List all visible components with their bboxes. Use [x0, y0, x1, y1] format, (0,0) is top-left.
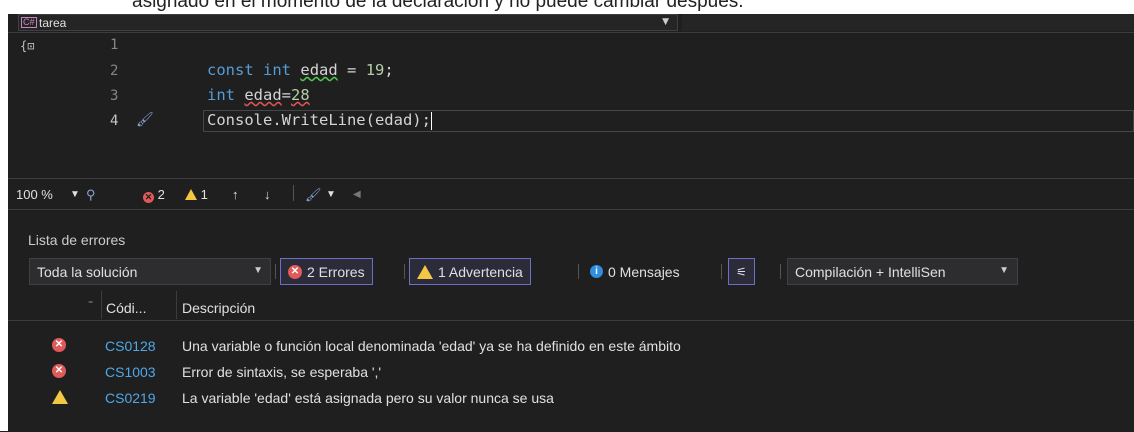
table-row[interactable]: ✕ CS1003 Error de sintaxis, se esperaba …	[8, 358, 1134, 384]
document-text-strip: asignado en el momento de la declaración…	[0, 0, 1134, 14]
errors-filter-button[interactable]: ✕ 2 Errores	[280, 258, 373, 285]
separator	[721, 264, 722, 279]
page-left-margin	[0, 0, 8, 431]
file-name: tarea	[39, 16, 67, 30]
error-icon: ✕	[52, 338, 66, 352]
filter-icon: ⚟	[736, 264, 747, 279]
chevron-down-icon[interactable]: ▼	[662, 17, 669, 27]
chevron-down-icon: ▼	[999, 265, 1009, 276]
error-list-panel: Lista de errores Toda la solución ▼ ✕ 2 …	[8, 209, 1134, 432]
error-icon: ✕	[143, 192, 154, 203]
file-selector-dropdown[interactable]: C# tarea ▼	[18, 14, 678, 31]
scope-dropdown[interactable]: Toda la solución ▼	[29, 258, 271, 285]
zoom-dropdown-icon[interactable]: ▼	[70, 189, 80, 200]
chevron-down-icon[interactable]: ▼	[326, 189, 336, 200]
separator	[275, 264, 276, 279]
warning-icon	[417, 264, 433, 279]
warning-count[interactable]: 1	[185, 187, 208, 202]
line-number: 2	[110, 63, 119, 79]
panel-title: Lista de errores	[28, 232, 126, 248]
line-number: 1	[110, 37, 119, 53]
warning-icon	[52, 390, 68, 404]
table-row[interactable]: CS0219 La variable 'edad' está asignada …	[8, 384, 1134, 410]
column-divider[interactable]	[176, 291, 177, 319]
table-row[interactable]: ✕ CS0128 Una variable o función local de…	[8, 332, 1134, 358]
zoom-level[interactable]: 100 %	[16, 187, 53, 202]
build-intellisense-dropdown[interactable]: Compilación + IntelliSen ▼	[787, 258, 1018, 285]
scroll-left-icon[interactable]: ◀	[353, 189, 361, 200]
namespace-braces-icon: {⁠⊡	[20, 39, 35, 53]
health-indicator-icon[interactable]: ⚲	[86, 187, 96, 203]
column-header-code[interactable]: Códi...	[106, 300, 146, 316]
messages-filter-button[interactable]: i 0 Mensajes	[582, 258, 688, 285]
column-options-icon[interactable]: ⁼	[88, 299, 93, 310]
document-partial-text: asignado en el momento de la declaración…	[132, 0, 744, 12]
error-description: Una variable o función local denominada …	[182, 338, 681, 354]
code-editor[interactable]: {⁠⊡ 1 2 3 4 🖌 const int edad = 19; int e…	[8, 33, 1134, 178]
warning-icon	[185, 189, 197, 200]
info-icon: i	[590, 265, 603, 278]
error-icon: ✕	[288, 264, 302, 279]
error-description: La variable 'edad' está asignada pero su…	[182, 390, 554, 406]
code-line-2: const int edad = 19;	[207, 61, 394, 79]
line-number: 3	[110, 88, 119, 104]
column-divider[interactable]	[101, 291, 102, 319]
error-icon: ✕	[52, 364, 66, 378]
editor-status-bar: 100 % ▼ ⚲ ✕ 2 1 ↑ ↓ 🖌 ▼ ◀	[8, 178, 1134, 209]
error-count[interactable]: ✕ 2	[143, 187, 165, 203]
code-cleanup-brush-icon[interactable]: 🖌	[305, 187, 322, 203]
error-table-header: ⁼ Códi... Descripción	[8, 291, 1134, 321]
chevron-down-icon: ▼	[253, 265, 263, 276]
separator	[578, 264, 579, 279]
warnings-filter-button[interactable]: 1 Advertencia	[409, 258, 531, 285]
up-arrow-icon[interactable]: ↑	[232, 187, 239, 202]
column-header-description[interactable]: Descripción	[182, 300, 255, 316]
error-code-link[interactable]: CS0219	[105, 390, 156, 406]
error-description: Error de sintaxis, se esperaba ','	[182, 364, 382, 380]
filter-current-project-button[interactable]: ⚟	[728, 258, 755, 285]
down-arrow-icon[interactable]: ↓	[264, 187, 271, 202]
code-line-3: int edad=28	[207, 86, 310, 104]
text-caret	[430, 111, 432, 130]
separator	[293, 185, 294, 201]
csharp-file-icon: C#	[21, 17, 37, 28]
file-navigation-bar: C# tarea ▼	[8, 14, 1134, 33]
separator	[780, 264, 781, 279]
member-selector-dropdown[interactable]	[682, 14, 1134, 31]
error-code-link[interactable]: CS0128	[105, 338, 156, 354]
quick-actions-brush-icon[interactable]: 🖌	[136, 112, 154, 128]
separator	[404, 264, 405, 279]
code-line-4: Console.WriteLine(edad);	[207, 111, 432, 130]
error-code-link[interactable]: CS1003	[105, 364, 156, 380]
